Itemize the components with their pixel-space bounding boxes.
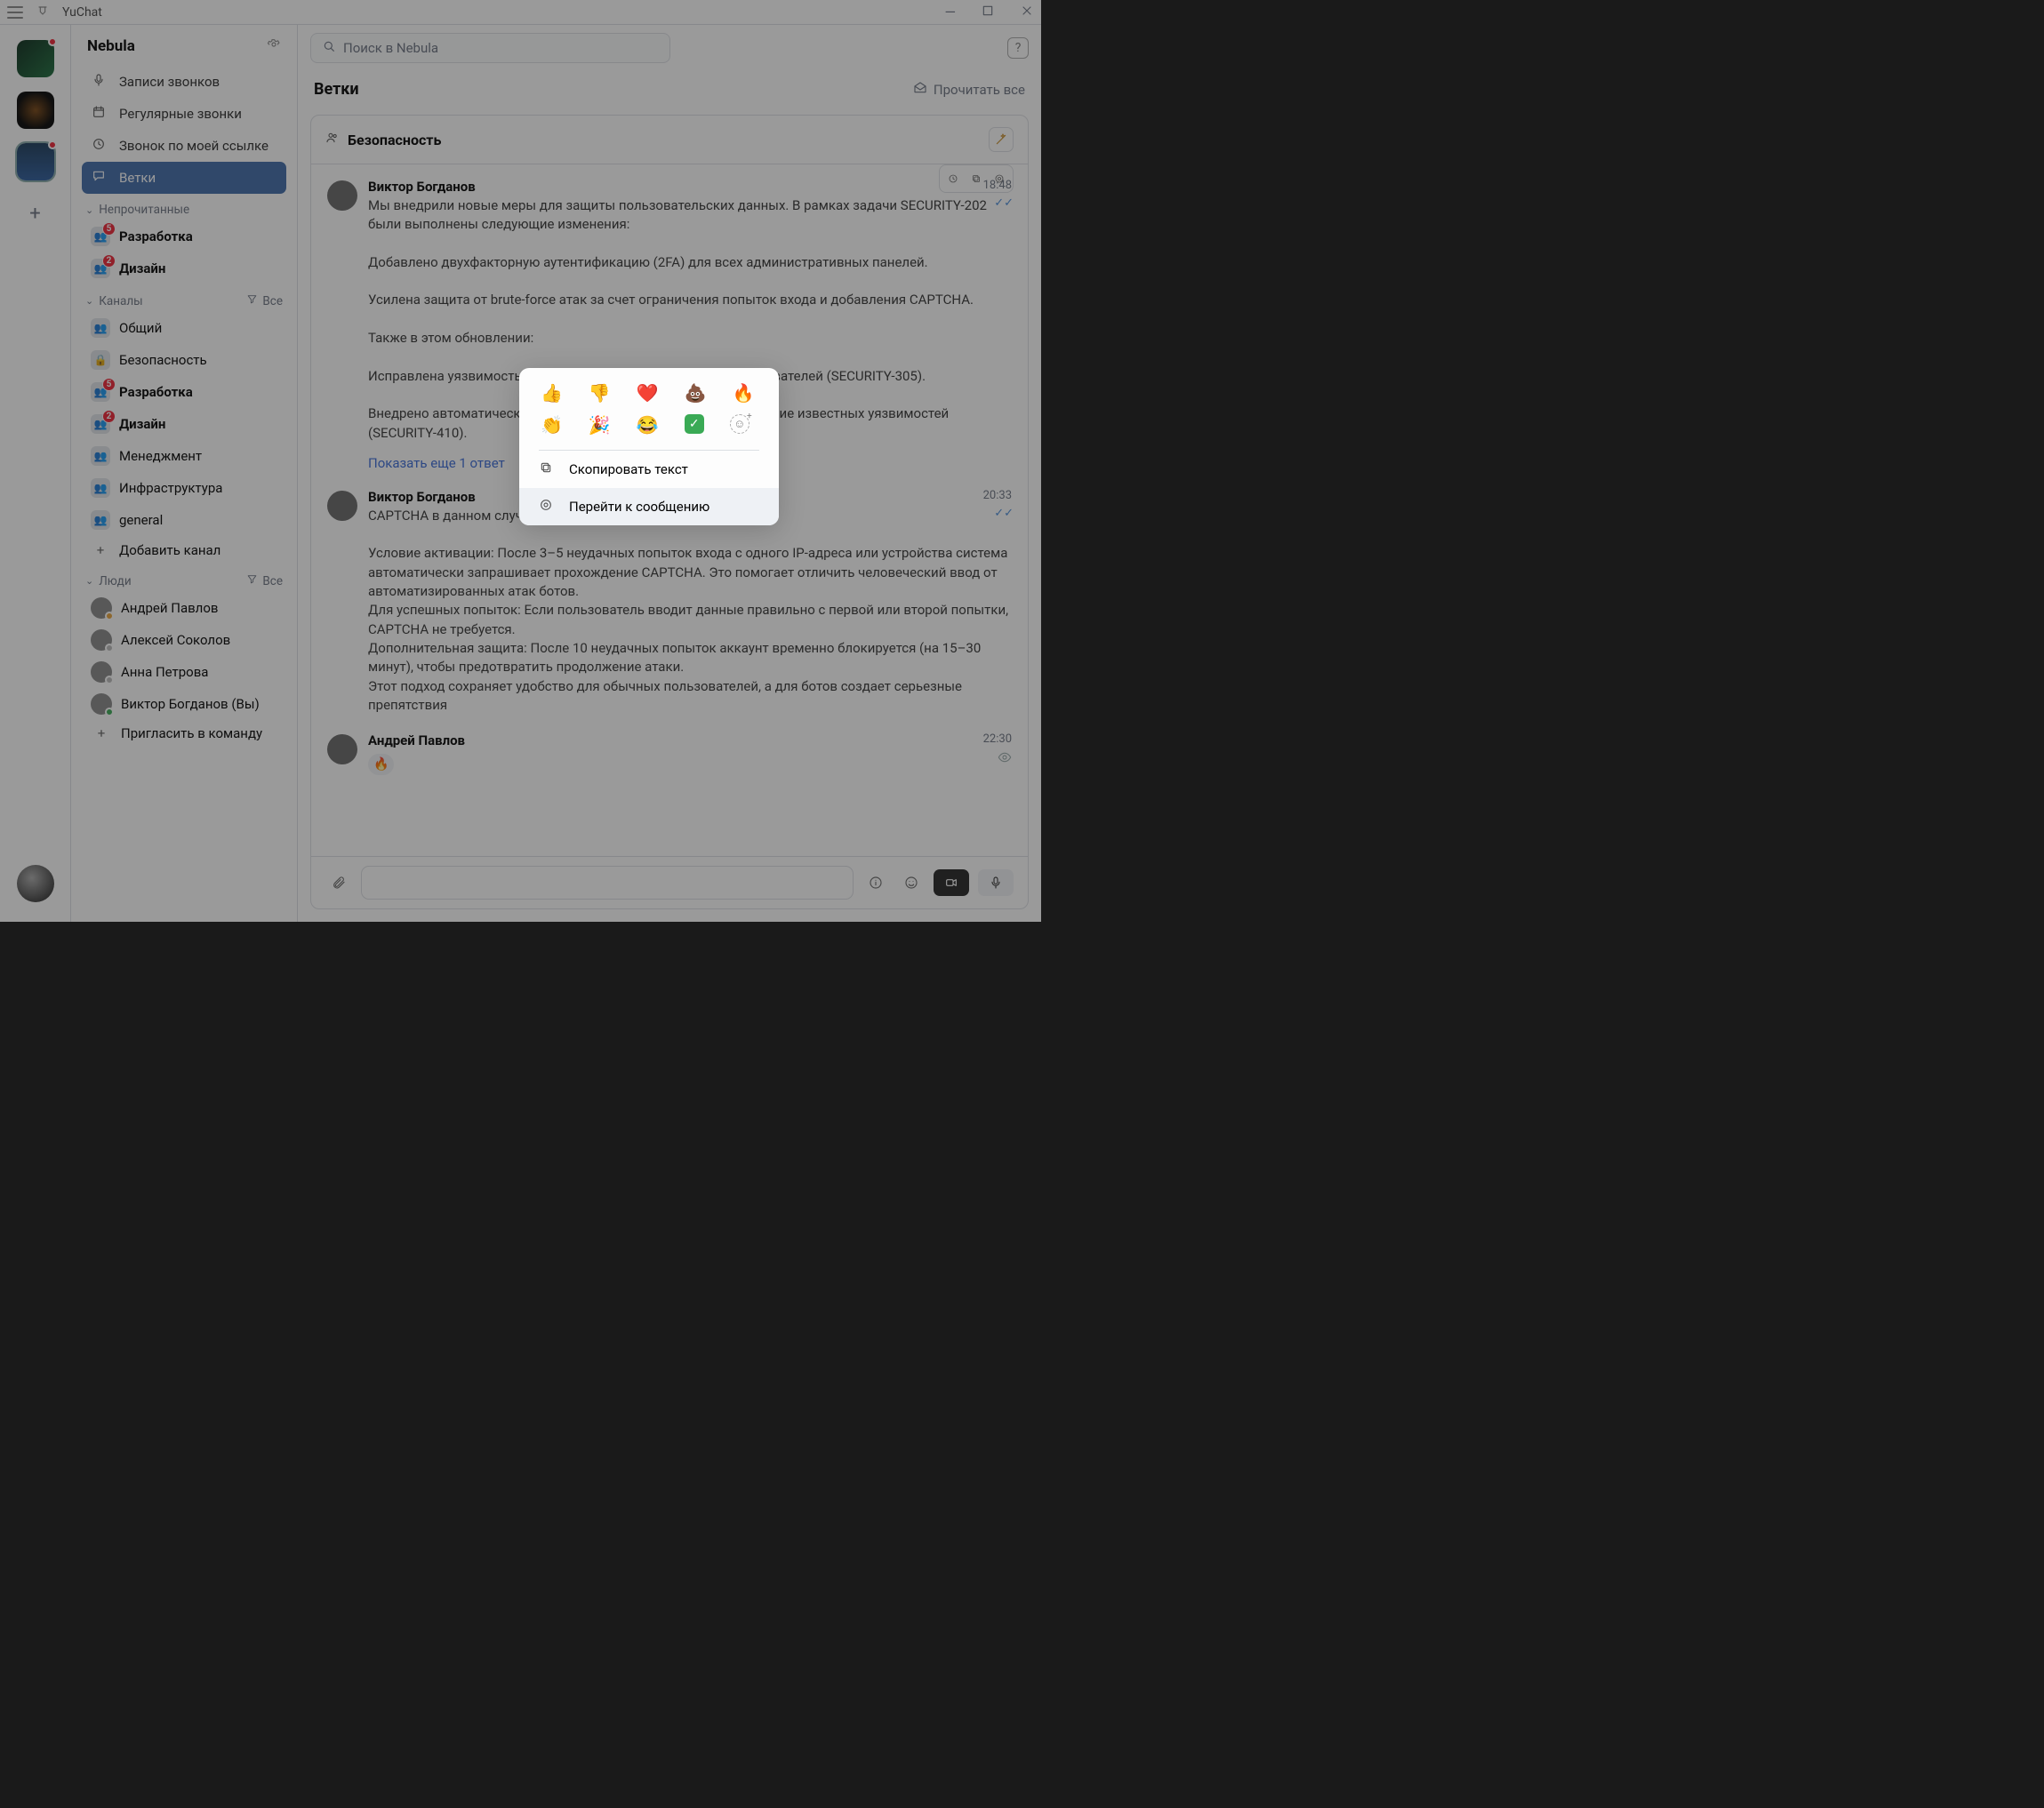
emoji-reaction[interactable]: 🔥 <box>733 382 755 404</box>
copy-icon <box>539 460 555 478</box>
emoji-reaction[interactable]: 🎉 <box>589 414 611 436</box>
emoji-reaction[interactable]: ❤️ <box>637 382 659 404</box>
emoji-reaction[interactable]: 👎 <box>589 382 611 404</box>
context-menu-item[interactable]: Скопировать текст <box>519 451 779 488</box>
emoji-reaction[interactable]: 👏 <box>541 414 563 436</box>
emoji-reaction[interactable]: 👍 <box>541 382 563 404</box>
context-menu: 👍 👎 ❤️ 💩 🔥 👏 🎉 😂 ✓ ☺+ Скопировать текст Перейти … <box>519 368 779 525</box>
emoji-reaction[interactable]: 💩 <box>685 382 707 404</box>
add-emoji-icon[interactable]: ☺+ <box>730 414 749 434</box>
context-menu-item[interactable]: Перейти к сообщению <box>519 488 779 525</box>
checkmark-reaction[interactable]: ✓ <box>685 414 704 434</box>
target-icon <box>539 498 555 516</box>
emoji-reaction[interactable]: 😂 <box>637 414 659 436</box>
